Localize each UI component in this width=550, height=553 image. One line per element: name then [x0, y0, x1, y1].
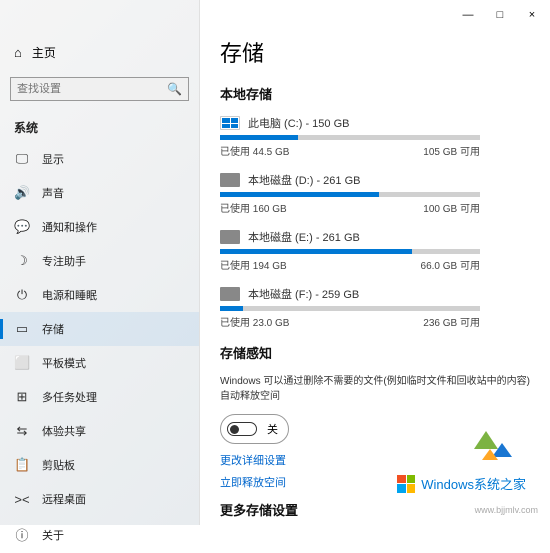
- sidebar-item-8[interactable]: ⇆ 体验共享: [0, 414, 199, 448]
- drive-0[interactable]: 此电脑 (C:) - 150 GB 已使用 44.5 GB 105 GB 可用: [220, 115, 530, 158]
- drive-3[interactable]: 本地磁盘 (F:) - 259 GB 已使用 23.0 GB 236 GB 可用: [220, 286, 530, 329]
- search-box[interactable]: 🔍: [10, 77, 189, 101]
- free-label: 66.0 GB 可用: [421, 257, 480, 272]
- toggle-state-label: 关: [267, 421, 278, 437]
- drive-1[interactable]: 本地磁盘 (D:) - 261 GB 已使用 160 GB 100 GB 可用: [220, 172, 530, 215]
- search-icon: 🔍: [167, 82, 182, 96]
- drive-2[interactable]: 本地磁盘 (E:) - 261 GB 已使用 194 GB 66.0 GB 可用: [220, 229, 530, 272]
- free-label: 105 GB 可用: [423, 143, 480, 158]
- drive-icon: [220, 230, 240, 244]
- storage-sense-toggle[interactable]: [227, 422, 257, 436]
- nav-label: 平板模式: [42, 355, 86, 371]
- nav-icon: 🔊: [14, 185, 30, 201]
- sidebar-item-5[interactable]: ▭ 存储: [0, 312, 199, 346]
- nav-icon: ⏻: [14, 287, 30, 303]
- sidebar-item-0[interactable]: 🖵 显示: [0, 142, 199, 176]
- used-label: 已使用 194 GB: [220, 257, 287, 272]
- nav-label: 远程桌面: [42, 491, 86, 507]
- page-title: 存储: [220, 36, 530, 68]
- sidebar-item-1[interactable]: 🔊 声音: [0, 176, 199, 210]
- drive-name: 本地磁盘 (F:) - 259 GB: [248, 286, 359, 302]
- used-label: 已使用 23.0 GB: [220, 314, 289, 329]
- home-icon: ⌂: [14, 45, 22, 60]
- storage-sense-toggle-row: 关: [220, 414, 289, 444]
- free-label: 236 GB 可用: [423, 314, 480, 329]
- storage-sense-heading: 存储感知: [220, 343, 530, 362]
- nav-icon: ▭: [14, 321, 30, 337]
- nav-label: 专注助手: [42, 253, 86, 269]
- nav-label: 剪贴板: [42, 457, 75, 473]
- storage-sense-description: Windows 可以通过删除不需要的文件(例如临时文件和回收站中的内容)自动释放…: [220, 374, 530, 404]
- minimize-button[interactable]: —: [458, 9, 478, 21]
- free-label: 100 GB 可用: [423, 200, 480, 215]
- local-storage-heading: 本地存储: [220, 84, 530, 103]
- sidebar: ⌂ 主页 🔍 系统 🖵 显示 🔊 声音 💬 通知和操作 ☽ 专注助手 ⏻ 电源和睡眠 ▭ 存储 ⬜ 平板模…: [0, 0, 200, 525]
- usage-bar: [220, 135, 480, 140]
- nav-label: 电源和睡眠: [42, 287, 97, 303]
- nav-icon: ><: [14, 492, 30, 507]
- sidebar-item-3[interactable]: ☽ 专注助手: [0, 244, 199, 278]
- overlay-logo-text: Windows系统之家: [421, 474, 526, 493]
- nav-label: 多任务处理: [42, 389, 97, 405]
- nav-icon: 💬: [14, 219, 30, 235]
- usage-bar: [220, 249, 480, 254]
- close-button[interactable]: ×: [522, 9, 542, 21]
- nav-label: 存储: [42, 321, 64, 337]
- overlay-logo: Windows系统之家: [393, 472, 530, 495]
- nav-icon: ⬜: [14, 355, 30, 371]
- drive-name: 本地磁盘 (E:) - 261 GB: [248, 229, 360, 245]
- used-label: 已使用 160 GB: [220, 200, 287, 215]
- sidebar-section-label: 系统: [0, 113, 199, 142]
- windows-logo-icon: [397, 475, 415, 493]
- sidebar-item-9[interactable]: 📋 剪贴板: [0, 448, 199, 482]
- nav-label: 声音: [42, 185, 64, 201]
- toggle-knob: [230, 425, 239, 434]
- drive-icon: [220, 287, 240, 301]
- sidebar-item-2[interactable]: 💬 通知和操作: [0, 210, 199, 244]
- drive-icon: [220, 116, 240, 130]
- search-input[interactable]: [17, 83, 167, 95]
- used-label: 已使用 44.5 GB: [220, 143, 289, 158]
- nav-label: 体验共享: [42, 423, 86, 439]
- drive-name: 本地磁盘 (D:) - 261 GB: [248, 172, 360, 188]
- nav-icon: ⓘ: [14, 525, 30, 544]
- nav-icon: ⊞: [14, 389, 30, 405]
- nav-icon: ☽: [14, 253, 30, 269]
- nav-label: 关于: [42, 527, 64, 543]
- home-label: 主页: [32, 44, 56, 61]
- nav-icon: ⇆: [14, 423, 30, 439]
- nav-label: 通知和操作: [42, 219, 97, 235]
- drive-icon: [220, 173, 240, 187]
- usage-bar: [220, 306, 480, 311]
- usage-bar: [220, 192, 480, 197]
- watermark-url: www.bjjmlv.com: [475, 505, 538, 515]
- sidebar-item-11[interactable]: ⓘ 关于: [0, 516, 199, 553]
- nav-icon: 📋: [14, 457, 30, 473]
- maximize-button[interactable]: □: [490, 9, 510, 21]
- sidebar-item-7[interactable]: ⊞ 多任务处理: [0, 380, 199, 414]
- drive-name: 此电脑 (C:) - 150 GB: [248, 115, 349, 131]
- home-link[interactable]: ⌂ 主页: [0, 36, 199, 69]
- nav-label: 显示: [42, 151, 64, 167]
- sidebar-item-10[interactable]: >< 远程桌面: [0, 482, 199, 516]
- sidebar-item-6[interactable]: ⬜ 平板模式: [0, 346, 199, 380]
- nav-icon: 🖵: [14, 151, 30, 167]
- sidebar-item-4[interactable]: ⏻ 电源和睡眠: [0, 278, 199, 312]
- overlay-logo-icon: [474, 431, 520, 465]
